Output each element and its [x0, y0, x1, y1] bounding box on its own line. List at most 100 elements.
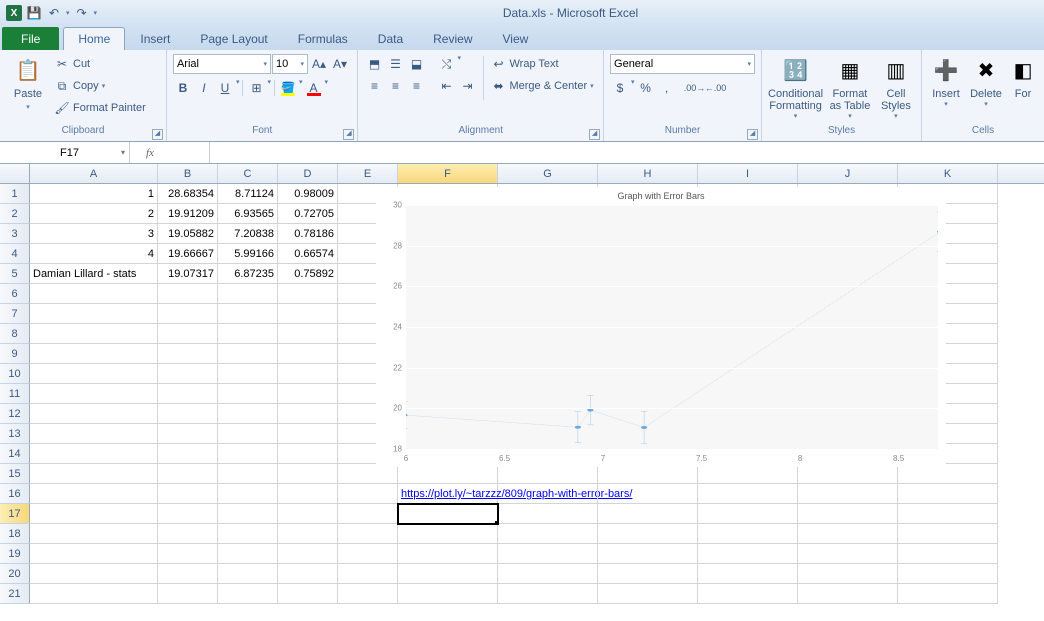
delete-cells-button[interactable]: ✖Delete▾: [968, 54, 1004, 108]
bold-button[interactable]: B: [173, 78, 193, 98]
merge-center-button[interactable]: ⬌Merge & Center▾: [490, 76, 593, 96]
row-header-11[interactable]: 11: [0, 384, 30, 404]
row-header-8[interactable]: 8: [0, 324, 30, 344]
copy-button[interactable]: ⧉Copy▾: [54, 76, 146, 96]
format-cells-button[interactable]: ◧For: [1008, 54, 1038, 100]
row-header-3[interactable]: 3: [0, 224, 30, 244]
embedded-chart[interactable]: Graph with Error Bars 1820222426283066.5…: [376, 187, 946, 467]
row-header-4[interactable]: 4: [0, 244, 30, 264]
percent-button[interactable]: %: [636, 78, 656, 98]
tab-file[interactable]: File: [2, 27, 59, 50]
tab-view[interactable]: View: [488, 27, 544, 50]
redo-icon[interactable]: ↷: [74, 5, 90, 21]
tab-review[interactable]: Review: [418, 27, 487, 50]
name-box-dropdown[interactable]: ▾: [121, 148, 125, 157]
row-header-1[interactable]: 1: [0, 184, 30, 204]
grow-font-button[interactable]: A▴: [309, 54, 329, 74]
row-header-12[interactable]: 12: [0, 404, 30, 424]
format-painter-button[interactable]: 🖌Format Painter: [54, 98, 146, 118]
font-color-dropdown[interactable]: ▾: [325, 78, 329, 98]
row-header-9[interactable]: 9: [0, 344, 30, 364]
col-header-H[interactable]: H: [598, 164, 698, 183]
align-middle-button[interactable]: ☰: [385, 54, 405, 74]
save-icon[interactable]: 💾: [26, 5, 42, 21]
shrink-font-button[interactable]: A▾: [330, 54, 350, 74]
font-dialog-launcher[interactable]: ◢: [343, 129, 354, 140]
row-header-20[interactable]: 20: [0, 564, 30, 584]
row-header-14[interactable]: 14: [0, 444, 30, 464]
cell-styles-button[interactable]: ▥Cell Styles▾: [877, 54, 915, 120]
accounting-dropdown[interactable]: ▾: [631, 78, 635, 98]
col-header-C[interactable]: C: [218, 164, 278, 183]
underline-dropdown[interactable]: ▾: [236, 78, 240, 98]
group-styles: 🔢Conditional Formatting▾ ▦Format as Tabl…: [762, 50, 922, 141]
undo-dropdown[interactable]: ▾: [66, 9, 70, 17]
font-color-button[interactable]: A: [304, 78, 324, 98]
active-cell[interactable]: [398, 504, 498, 524]
insert-cells-button[interactable]: ➕Insert▾: [928, 54, 964, 108]
tab-insert[interactable]: Insert: [125, 27, 185, 50]
wrap-text-button[interactable]: ↩Wrap Text: [490, 54, 593, 74]
row-header-15[interactable]: 15: [0, 464, 30, 484]
comma-button[interactable]: ,: [657, 78, 677, 98]
col-header-D[interactable]: D: [278, 164, 338, 183]
underline-button[interactable]: U: [215, 78, 235, 98]
cut-button[interactable]: ✂Cut: [54, 54, 146, 74]
clipboard-dialog-launcher[interactable]: ◢: [152, 129, 163, 140]
col-header-F[interactable]: F: [398, 164, 498, 183]
align-center-button[interactable]: ≡: [385, 76, 405, 96]
align-left-button[interactable]: ≡: [364, 76, 384, 96]
tab-formulas[interactable]: Formulas: [283, 27, 363, 50]
undo-icon[interactable]: ↶: [46, 5, 62, 21]
tab-page-layout[interactable]: Page Layout: [185, 27, 282, 50]
alignment-dialog-launcher[interactable]: ◢: [589, 129, 600, 140]
row-header-17[interactable]: 17: [0, 504, 30, 524]
align-right-button[interactable]: ≡: [406, 76, 426, 96]
col-header-I[interactable]: I: [698, 164, 798, 183]
row-header-2[interactable]: 2: [0, 204, 30, 224]
col-header-A[interactable]: A: [30, 164, 158, 183]
row-header-7[interactable]: 7: [0, 304, 30, 324]
accounting-button[interactable]: $: [610, 78, 630, 98]
row-header-10[interactable]: 10: [0, 364, 30, 384]
fx-icon[interactable]: fx: [146, 147, 154, 159]
borders-button[interactable]: ⊞: [246, 78, 266, 98]
row-header-19[interactable]: 19: [0, 544, 30, 564]
fill-color-button[interactable]: 🪣: [278, 78, 298, 98]
col-header-K[interactable]: K: [898, 164, 998, 183]
number-dialog-launcher[interactable]: ◢: [747, 129, 758, 140]
hyperlink-cell[interactable]: https://plot.ly/~tarzzz/809/graph-with-e…: [398, 484, 498, 504]
row-header-6[interactable]: 6: [0, 284, 30, 304]
font-name-combo[interactable]: Arial▾: [173, 54, 271, 74]
select-all-corner[interactable]: [0, 164, 30, 183]
increase-decimal-button[interactable]: .00→: [685, 78, 705, 98]
decrease-indent-button[interactable]: ⇤: [436, 76, 456, 96]
tab-data[interactable]: Data: [363, 27, 418, 50]
tab-home[interactable]: Home: [63, 27, 125, 50]
row-header-18[interactable]: 18: [0, 524, 30, 544]
increase-indent-button[interactable]: ⇥: [457, 76, 477, 96]
row-header-16[interactable]: 16: [0, 484, 30, 504]
col-header-B[interactable]: B: [158, 164, 218, 183]
paste-button[interactable]: 📋 Paste▾: [6, 54, 50, 114]
italic-button[interactable]: I: [194, 78, 214, 98]
align-top-button[interactable]: ⬒: [364, 54, 384, 74]
format-as-table-button[interactable]: ▦Format as Table▾: [827, 54, 873, 120]
align-bottom-button[interactable]: ⬓: [406, 54, 426, 74]
col-header-G[interactable]: G: [498, 164, 598, 183]
col-header-J[interactable]: J: [798, 164, 898, 183]
row-header-13[interactable]: 13: [0, 424, 30, 444]
formula-input[interactable]: [210, 142, 1044, 163]
number-format-combo[interactable]: General▾: [610, 54, 755, 74]
borders-dropdown[interactable]: ▾: [267, 78, 271, 98]
orientation-dropdown[interactable]: ▾: [457, 54, 461, 74]
col-header-E[interactable]: E: [338, 164, 398, 183]
fill-color-dropdown[interactable]: ▾: [299, 78, 303, 98]
decrease-decimal-button[interactable]: ←.00: [706, 78, 726, 98]
row-header-21[interactable]: 21: [0, 584, 30, 604]
conditional-formatting-button[interactable]: 🔢Conditional Formatting▾: [768, 54, 823, 120]
orientation-button[interactable]: ⤭: [436, 54, 456, 74]
row-header-5[interactable]: 5: [0, 264, 30, 284]
name-box[interactable]: F17▾: [30, 142, 130, 163]
font-size-combo[interactable]: 10▾: [272, 54, 308, 74]
